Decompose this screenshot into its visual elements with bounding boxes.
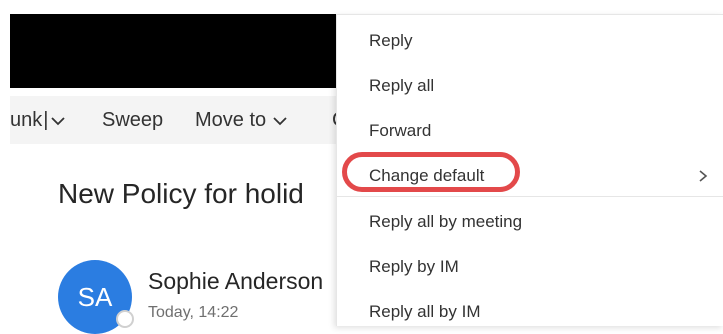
move-to-button[interactable]: Move to: [195, 96, 288, 144]
header-banner: [10, 14, 336, 88]
menu-item-label: Reply all by IM: [369, 302, 481, 321]
menu-item-label: Change default: [369, 166, 485, 185]
chevron-right-icon: [698, 168, 708, 182]
sender-name[interactable]: Sophie Anderson: [148, 268, 336, 295]
menu-item-reply-all-by-im[interactable]: Reply all by IM: [337, 289, 723, 333]
menu-divider: [337, 196, 723, 197]
menu-item-change-default[interactable]: Change default: [337, 152, 723, 197]
menu-item-label: Reply: [369, 31, 413, 50]
menu-item-forward[interactable]: Forward: [337, 108, 723, 152]
menu-item-reply-by-im[interactable]: Reply by IM: [337, 244, 723, 288]
sweep-label: Sweep: [102, 109, 164, 131]
message-date: Today, 14:22: [148, 304, 239, 321]
message-subject: New Policy for holid: [58, 178, 304, 209]
junk-button[interactable]: unk|: [10, 96, 66, 144]
menu-item-reply-all-by-meeting[interactable]: Reply all by meeting: [337, 199, 723, 243]
chevron-down-icon[interactable]: [50, 114, 66, 128]
menu-item-label: Forward: [369, 121, 432, 140]
chevron-down-icon: [272, 114, 288, 128]
reading-pane: New Policy for holid SA Sophie Anderson …: [10, 144, 336, 334]
avatar-initials: SA: [77, 282, 113, 312]
menu-item-reply[interactable]: Reply: [337, 18, 723, 62]
split-divider: |: [43, 109, 49, 131]
sweep-button[interactable]: Sweep: [102, 96, 163, 144]
reply-options-menu: Reply Reply all Forward Change default R…: [336, 14, 723, 326]
junk-label: unk: [10, 109, 43, 131]
menu-item-label: Reply by IM: [369, 257, 459, 276]
menu-item-label: Reply all: [369, 76, 435, 95]
move-to-label: Move to: [195, 109, 267, 131]
command-toolbar: unk| Sweep Move to C: [10, 96, 346, 144]
presence-icon: [116, 310, 134, 328]
menu-item-reply-all[interactable]: Reply all: [337, 63, 723, 107]
menu-item-label: Reply all by meeting: [369, 212, 523, 231]
